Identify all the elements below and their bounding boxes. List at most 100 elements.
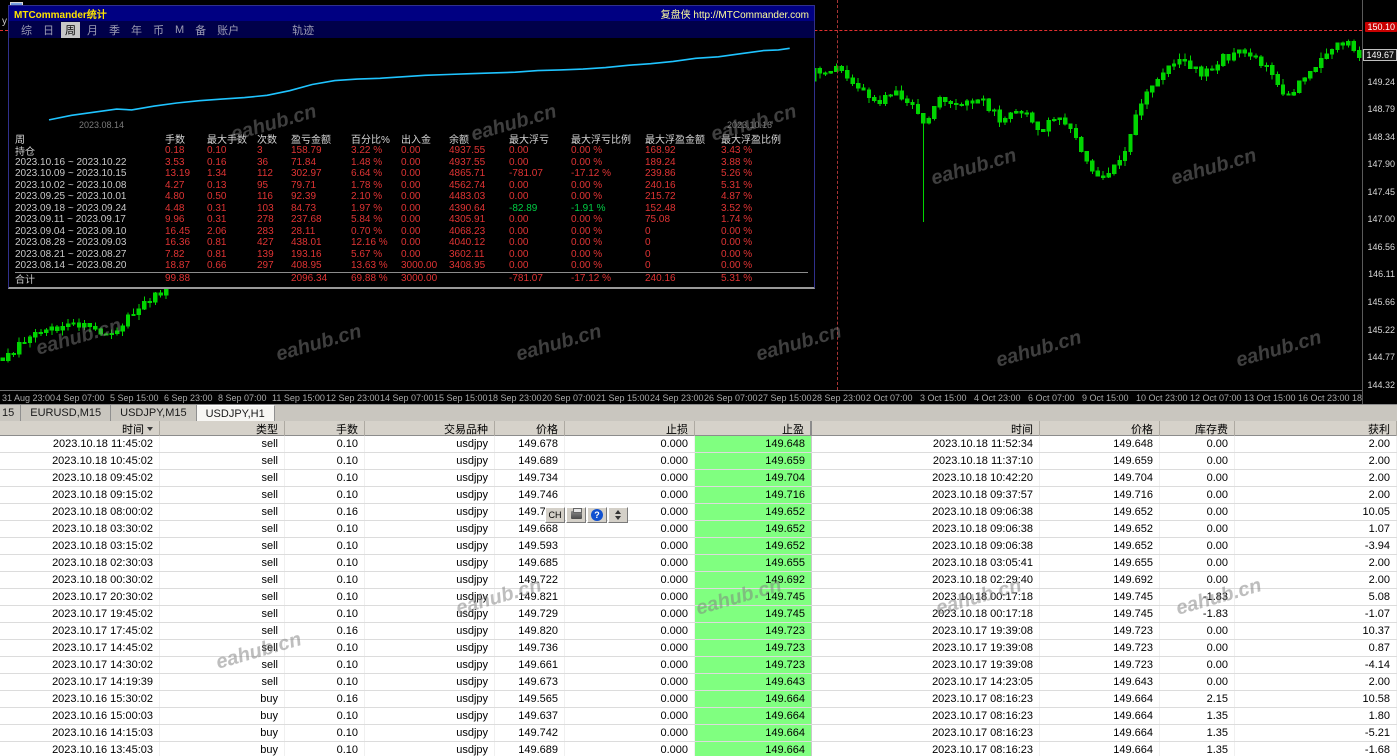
history-cell-1: sell	[160, 487, 285, 503]
history-row[interactable]: 2023.10.17 14:19:39 sell 0.10 usdjpy 149.673…	[0, 674, 1397, 691]
stats-menu-item-季[interactable]: 季	[105, 22, 124, 38]
stats-cell: 103	[257, 202, 274, 214]
stats-cell: 0.18	[165, 145, 185, 157]
price-label: 147.90	[1367, 159, 1395, 170]
history-row[interactable]: 2023.10.17 19:45:02 sell 0.10 usdjpy 149.729…	[0, 606, 1397, 623]
chart-tab-usdjpy-m15[interactable]: USDJPY,M15	[111, 405, 197, 421]
history-header-4[interactable]: 价格	[495, 421, 565, 437]
history-header-8[interactable]: 价格	[1040, 421, 1160, 437]
history-cell-8: 149.659	[1040, 453, 1160, 469]
history-cell-3: usdjpy	[365, 487, 495, 503]
header-label: 价格	[1131, 424, 1153, 436]
history-cell-3: usdjpy	[365, 555, 495, 571]
stats-menu-item-月[interactable]: 月	[83, 22, 102, 38]
history-cell-7: 2023.10.17 19:39:08	[812, 623, 1040, 639]
history-header-7[interactable]: 时间	[812, 421, 1040, 437]
history-cell-7: 2023.10.18 00:17:18	[812, 589, 1040, 605]
stats-cell: 3.22 %	[351, 145, 383, 157]
stats-menu-item-币[interactable]: 币	[149, 22, 168, 38]
stats-row: 2023.10.09 ~ 2023.10.15 13.19 1.34 112 302.9…	[15, 168, 808, 180]
history-row[interactable]: 2023.10.18 00:30:02 sell 0.10 usdjpy 149.722…	[0, 572, 1397, 589]
history-row[interactable]: 2023.10.17 20:30:02 sell 0.10 usdjpy 149.821…	[0, 589, 1397, 606]
history-cell-1: sell	[160, 657, 285, 673]
history-cell-2: 0.10	[285, 606, 365, 622]
mtcommander-stats-panel: MTCommander统计 复盘侠 http://MTCommander.com…	[8, 5, 815, 289]
history-row[interactable]: 2023.10.18 09:45:02 sell 0.10 usdjpy 149.734…	[0, 470, 1397, 487]
stats-menu-item-周[interactable]: 周	[61, 21, 80, 38]
stats-cell: 3	[257, 145, 263, 157]
history-row[interactable]: 2023.10.16 14:15:03 buy 0.10 usdjpy 149.742 0…	[0, 725, 1397, 742]
history-header-5[interactable]: 止损	[565, 421, 695, 437]
stats-cell: 92.39	[291, 191, 317, 203]
stats-cell: -781.07	[509, 273, 543, 284]
stats-cell: 3.53	[165, 156, 185, 168]
history-row[interactable]: 2023.10.17 17:45:02 sell 0.16 usdjpy 149.820…	[0, 623, 1397, 640]
history-row[interactable]: 2023.10.16 13:45:03 buy 0.10 usdjpy 149.689 0…	[0, 742, 1397, 756]
stats-menu-item-track[interactable]: 轨迹	[288, 22, 318, 38]
history-cell-0: 2023.10.18 08:00:02	[0, 504, 160, 520]
history-row[interactable]: 2023.10.16 15:30:02 buy 0.16 usdjpy 149.565 0…	[0, 691, 1397, 708]
history-cell-0: 2023.10.18 09:15:02	[0, 487, 160, 503]
stats-row: 2023.09.04 ~ 2023.09.10 16.45 2.06 283 28.11…	[15, 226, 808, 238]
stats-menu-item-M[interactable]: M	[171, 24, 188, 36]
history-cell-2: 0.10	[285, 487, 365, 503]
time-label: 26 Sep 07:00	[704, 393, 758, 403]
stats-table: 周手数 最大手数 次数 盈亏金额 百分比% 出入金 余额 最大浮亏 最大浮亏比例 最大浮盈金额 最大…	[9, 131, 814, 286]
help-button[interactable]: ?	[587, 507, 607, 523]
help-icon: ?	[591, 509, 603, 521]
stats-cell: 0.13	[207, 179, 227, 191]
header-label: 价格	[536, 424, 558, 436]
stats-header-cell: 盈亏金额	[291, 135, 331, 146]
stats-menu-item-日[interactable]: 日	[39, 22, 58, 38]
history-header-6[interactable]: 止盈	[695, 421, 812, 437]
history-header-3[interactable]: 交易品种	[365, 421, 495, 437]
print-button[interactable]	[566, 507, 586, 523]
stats-menu-item-备[interactable]: 备	[191, 22, 210, 38]
stats-title-bar[interactable]: MTCommander统计 复盘侠 http://MTCommander.com	[9, 6, 814, 21]
stats-cell: 0.00	[509, 191, 529, 203]
stats-menu-item-账户[interactable]: 账户	[213, 22, 243, 38]
history-header-1[interactable]: 类型	[160, 421, 285, 437]
stats-cell: 0.00	[509, 225, 529, 237]
spin-button[interactable]	[608, 507, 628, 523]
chart-tab-usdjpy-h1[interactable]: USDJPY,H1	[196, 405, 275, 421]
stats-cell: 168.92	[645, 145, 676, 157]
history-row[interactable]: 2023.10.17 14:45:02 sell 0.10 usdjpy 149.736…	[0, 640, 1397, 657]
ch-button[interactable]: CH	[545, 507, 565, 523]
history-cell-8: 149.664	[1040, 691, 1160, 707]
history-row[interactable]: 2023.10.16 15:00:03 buy 0.10 usdjpy 149.637 0…	[0, 708, 1397, 725]
history-cell-5: 0.000	[565, 470, 695, 486]
stats-cell: 16.36	[165, 237, 191, 249]
stats-cell: 4305.91	[449, 214, 486, 226]
history-row[interactable]: 2023.10.18 02:30:03 sell 0.10 usdjpy 149.685…	[0, 555, 1397, 572]
history-cell-6: 149.648	[695, 436, 812, 452]
stats-cell: 3000.00	[401, 260, 438, 272]
history-row[interactable]: 2023.10.18 11:45:02 sell 0.10 usdjpy 149.678…	[0, 436, 1397, 453]
history-row[interactable]: 2023.10.18 09:15:02 sell 0.10 usdjpy 149.746…	[0, 487, 1397, 504]
history-cell-0: 2023.10.17 17:45:02	[0, 623, 160, 639]
history-row[interactable]: 2023.10.18 03:30:02 sell 0.10 usdjpy 149.668…	[0, 521, 1397, 538]
history-header-9[interactable]: 库存费	[1160, 421, 1235, 437]
history-cell-7: 2023.10.18 09:06:38	[812, 538, 1040, 554]
stats-cell: 3.88 %	[721, 156, 753, 168]
stats-cell: 79.71	[291, 179, 317, 191]
history-cell-5: 0.000	[565, 572, 695, 588]
history-header-2[interactable]: 手数	[285, 421, 365, 437]
history-row[interactable]: 2023.10.17 14:30:02 sell 0.10 usdjpy 149.661…	[0, 657, 1397, 674]
sort-indicator-icon[interactable]	[147, 427, 153, 431]
stats-menu-item-年[interactable]: 年	[127, 22, 146, 38]
history-header-10[interactable]: 获利	[1235, 421, 1397, 437]
stats-menu-item-综[interactable]: 综	[17, 22, 36, 38]
history-row[interactable]: 2023.10.18 08:00:02 sell 0.16 usdjpy 149.715…	[0, 504, 1397, 521]
chart-tab-eurusd-m15[interactable]: EURUSD,M15	[21, 405, 112, 421]
history-cell-9: 0.00	[1160, 555, 1235, 571]
chart-tab-partial[interactable]: 15	[0, 405, 22, 421]
stats-cell: 0.00	[509, 214, 529, 226]
history-header-0[interactable]: 时间	[0, 421, 160, 437]
stats-brand-link[interactable]: 复盘侠 http://MTCommander.com	[661, 6, 809, 21]
history-row[interactable]: 2023.10.18 10:45:02 sell 0.10 usdjpy 149.689…	[0, 453, 1397, 470]
history-row[interactable]: 2023.10.18 03:15:02 sell 0.10 usdjpy 149.593…	[0, 538, 1397, 555]
stats-row: 2023.09.18 ~ 2023.09.24 4.48 0.31 103 84.73 1…	[15, 203, 808, 215]
history-cell-8: 149.723	[1040, 657, 1160, 673]
history-cell-5: 0.000	[565, 640, 695, 656]
